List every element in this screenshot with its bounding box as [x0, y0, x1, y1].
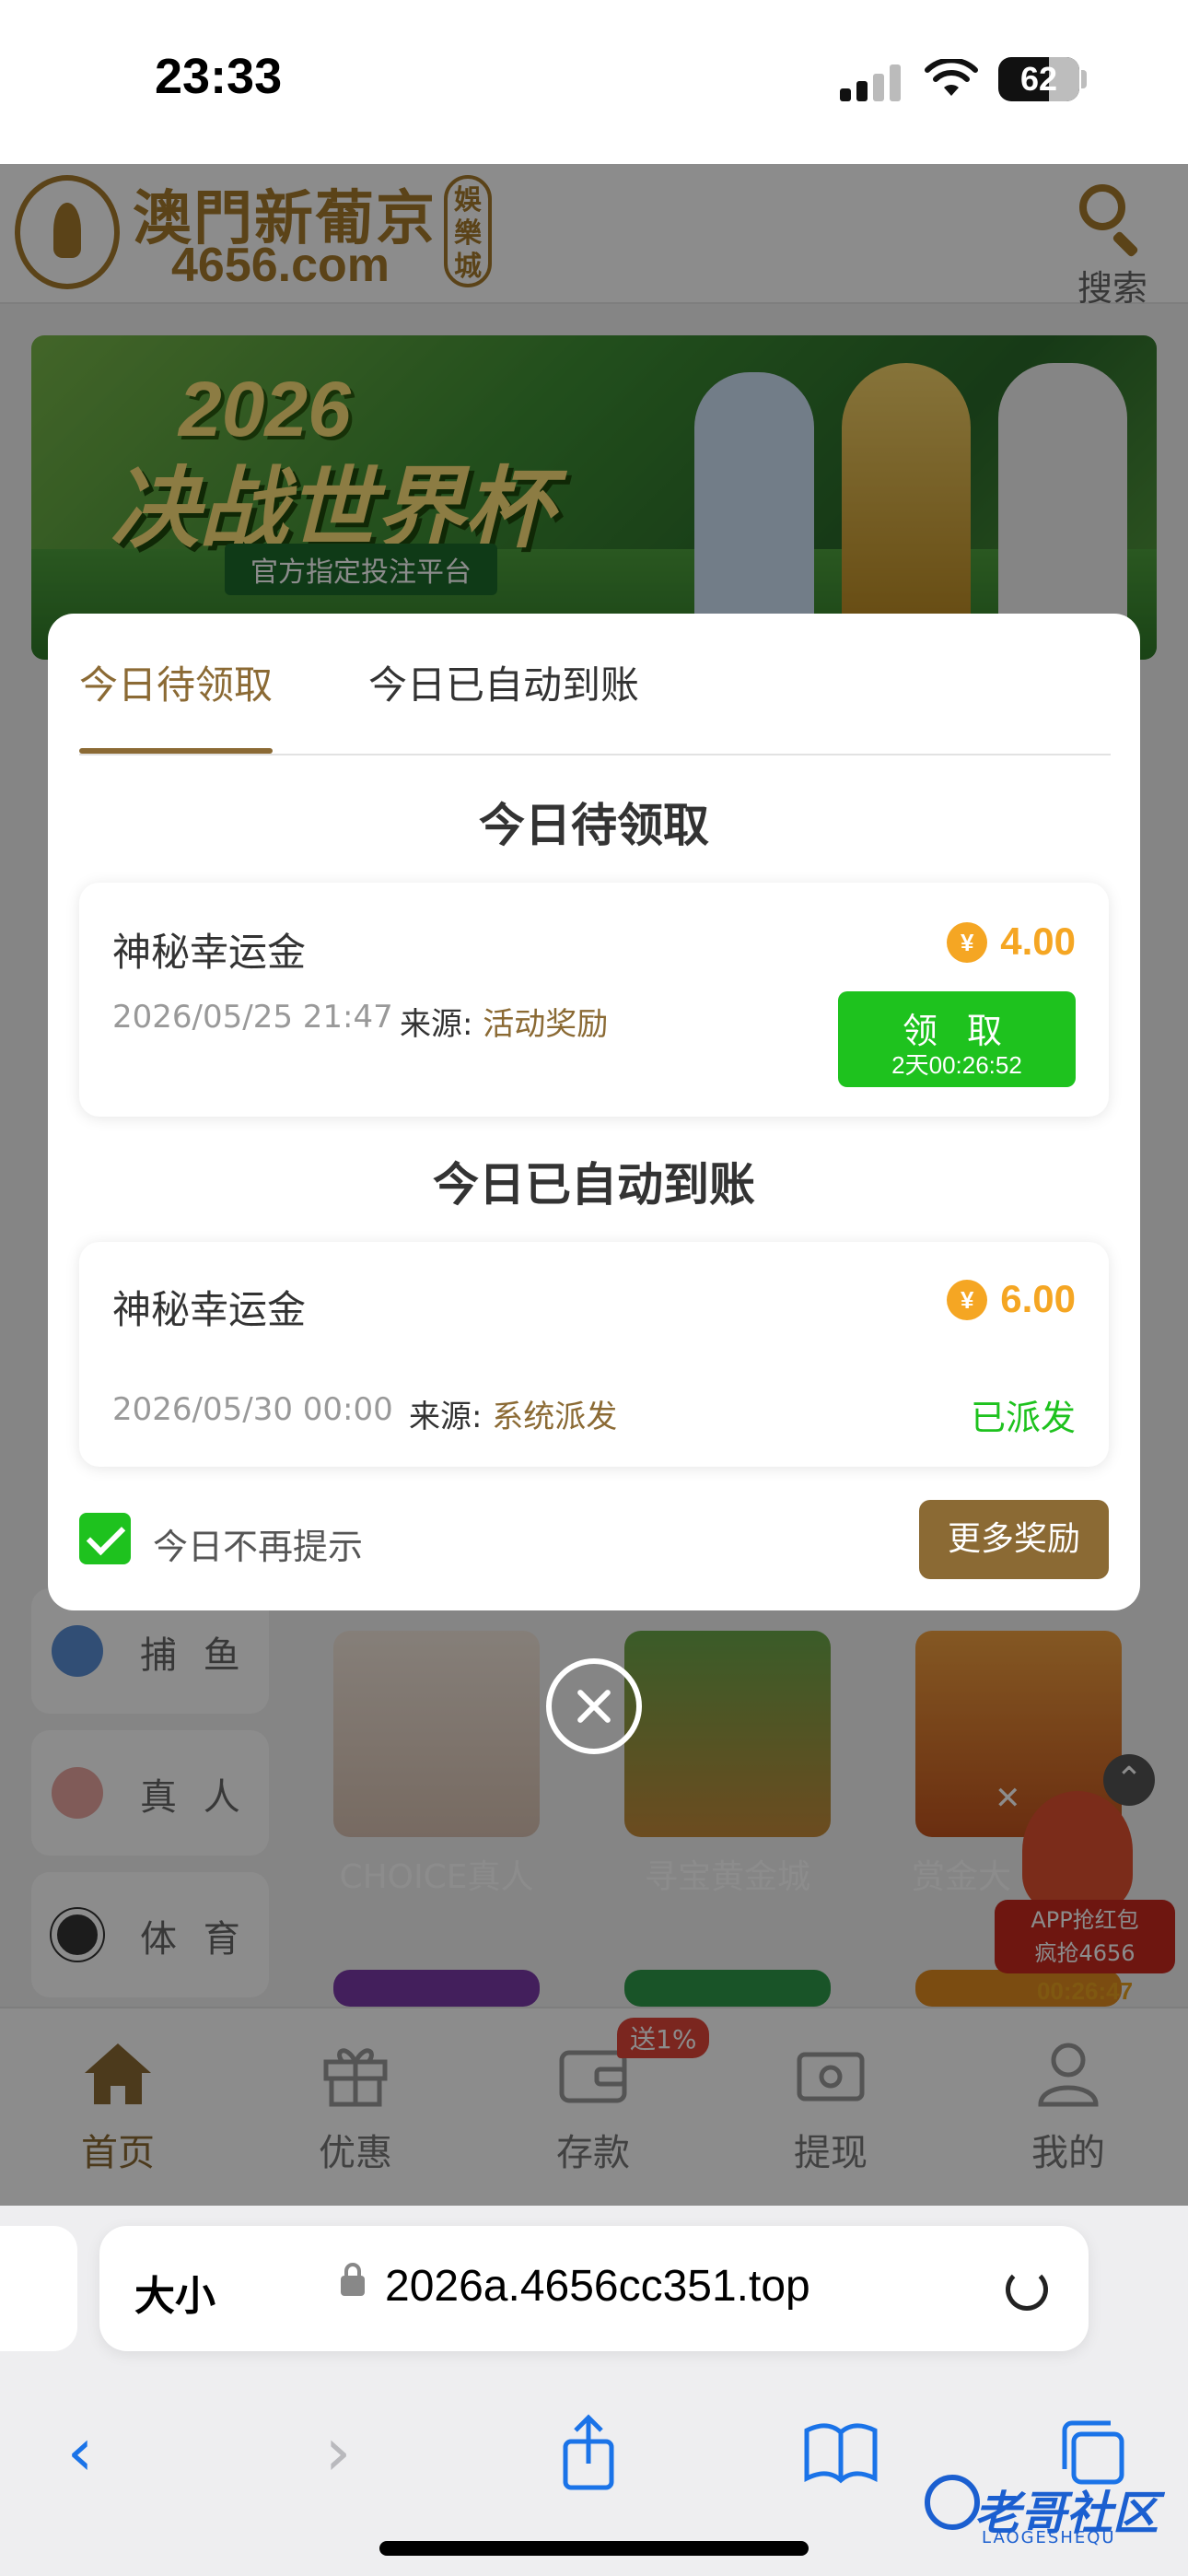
forward-icon[interactable]: ›	[297, 2410, 379, 2493]
reward-date: 2026/05/30 00:00	[112, 1391, 393, 1428]
cellular-signal-icon	[840, 64, 904, 101]
claim-button[interactable]: 领 取 2天00:26:52	[838, 991, 1076, 1087]
reward-source: 来源: 系统派发	[409, 1399, 618, 1435]
claim-countdown: 2天00:26:52	[891, 1051, 1022, 1079]
reward-source: 来源: 活动奖励	[400, 1006, 609, 1043]
status-time: 23:33	[155, 49, 283, 104]
battery-level: 62	[1019, 60, 1058, 98]
dont-show-checkbox[interactable]	[79, 1513, 131, 1564]
dragon-logo-icon	[925, 2475, 980, 2530]
rewards-modal: 今日待领取 今日已自动到账 今日待领取 神秘幸运金 ¥4.00 2026/05/…	[48, 614, 1140, 1610]
bookmarks-icon[interactable]	[799, 2410, 882, 2493]
paid-status: 已派发	[970, 1398, 1076, 1438]
back-icon[interactable]: ‹	[39, 2410, 122, 2493]
wifi-icon	[925, 59, 978, 96]
active-tab-indicator	[79, 748, 273, 754]
close-modal-icon[interactable]	[546, 1658, 642, 1754]
tab-auto-credited[interactable]: 今日已自动到账	[368, 654, 639, 710]
watermark-subtext: LAOGESHEQU	[982, 2528, 1116, 2547]
modal-tabs: 今日待领取 今日已自动到账	[79, 614, 1111, 755]
pending-section-title: 今日待领取	[479, 799, 709, 852]
pending-reward-card: 神秘幸运金 ¥4.00 2026/05/25 21:47 来源: 活动奖励 领 …	[79, 883, 1109, 1117]
text-size-button[interactable]: 大小	[134, 2263, 215, 2322]
url-text[interactable]: 2026a.4656cc351.top	[385, 2261, 810, 2312]
reload-icon[interactable]	[1006, 2268, 1048, 2311]
address-bar[interactable]: 大小 2026a.4656cc351.top	[99, 2226, 1089, 2351]
previous-tab-preview[interactable]	[0, 2226, 77, 2351]
home-indicator	[379, 2541, 809, 2556]
auto-reward-card: 神秘幸运金 ¥6.00 2026/05/30 00:00 来源: 系统派发 已派…	[79, 1242, 1109, 1467]
share-icon[interactable]	[547, 2410, 630, 2493]
yuan-coin-icon: ¥	[947, 1280, 988, 1320]
yuan-coin-icon: ¥	[947, 922, 988, 963]
lock-icon	[341, 2263, 365, 2296]
dont-show-label[interactable]: 今日不再提示	[153, 1518, 363, 1569]
tab-pending[interactable]: 今日待领取	[79, 654, 273, 710]
auto-section-title: 今日已自动到账	[433, 1158, 755, 1212]
more-rewards-button[interactable]: 更多奖励	[919, 1500, 1109, 1579]
reward-name: 神秘幸运金	[112, 930, 307, 975]
watermark-logo: 老哥社区 LAOGESHEQU	[921, 2469, 1179, 2552]
status-bar: 23:33 62	[0, 0, 1188, 164]
reward-name: 神秘幸运金	[112, 1287, 307, 1332]
battery-icon: 62	[998, 57, 1079, 101]
claim-button-label: 领 取	[902, 1011, 1012, 1051]
reward-amount: ¥6.00	[947, 1277, 1076, 1321]
reward-amount: ¥4.00	[947, 919, 1076, 964]
reward-date: 2026/05/25 21:47	[112, 999, 393, 1036]
battery-tip	[1081, 70, 1087, 88]
